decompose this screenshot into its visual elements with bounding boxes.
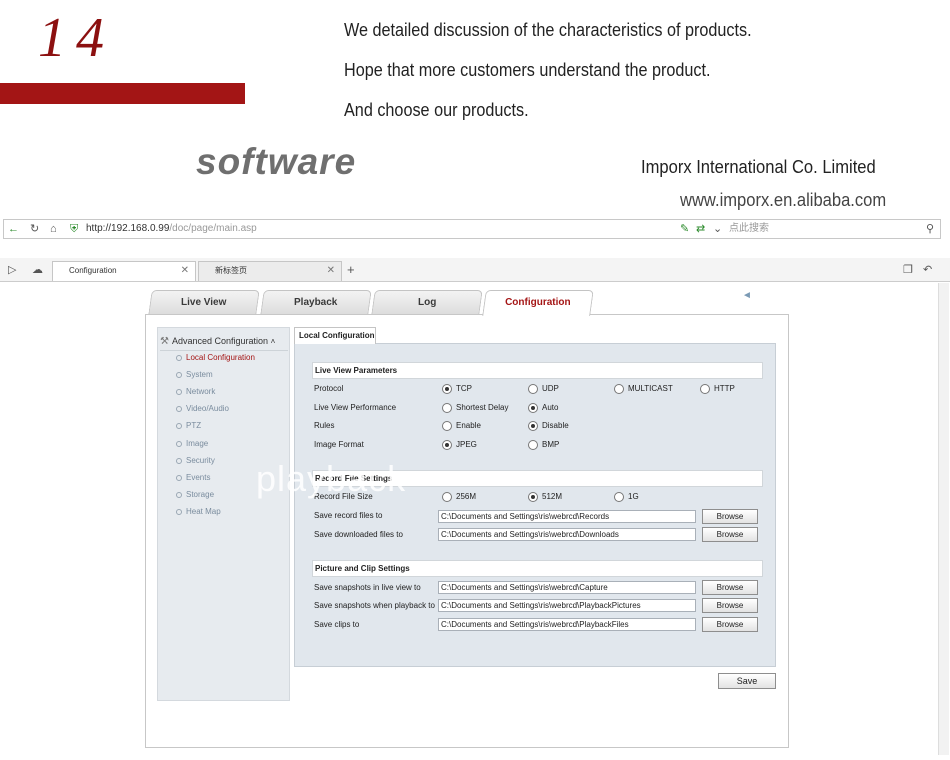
image-format-label: Image Format (314, 440, 364, 449)
format-bmp-radio[interactable]: BMP (528, 440, 559, 450)
browser-tab-new[interactable]: 新标签页 ✕ (198, 261, 342, 281)
snap-playback-label: Save snapshots when playback to (314, 601, 435, 610)
sidebar-item-events[interactable]: Events (175, 473, 210, 482)
playback-watermark: playback (256, 458, 407, 499)
save-clips-label: Save clips to (314, 620, 360, 629)
sidebar-header[interactable]: ⚒ Advanced Configuration ˄ (160, 331, 288, 351)
rules-label: Rules (314, 421, 335, 430)
save-button[interactable]: Save (718, 673, 776, 689)
sidebar-item-image[interactable]: Image (175, 439, 208, 448)
tab-label: Configuration (69, 266, 117, 275)
search-icon[interactable]: ⚲ (926, 220, 934, 238)
tagline-3: And choose our products. (344, 100, 529, 120)
close-icon[interactable]: ✕ (327, 262, 335, 280)
size-1g-radio[interactable]: 1G (614, 492, 639, 502)
performance-auto-radio[interactable]: Auto (528, 403, 558, 413)
shield-icon: ⛨ (70, 223, 79, 235)
protocol-udp-radio[interactable]: UDP (528, 384, 559, 394)
back-icon[interactable]: ← (8, 220, 19, 238)
rules-disable-radio[interactable]: Disable (528, 421, 569, 431)
browser-tab-bar: ▷ ☁ Configuration ✕ 新标签页 ✕ + ❐ ↶ (0, 258, 950, 282)
clips-path-input[interactable]: C:\Documents and Settings\ris\webrcd\Pla… (438, 618, 696, 631)
tab-label: Log (417, 297, 437, 308)
close-icon[interactable]: ✕ (181, 262, 189, 280)
protocol-multicast-radio[interactable]: MULTICAST (614, 384, 673, 394)
tagline-1: We detailed discussion of the characteri… (344, 20, 752, 40)
tab-label: 新标签页 (215, 266, 247, 275)
new-tab-button[interactable]: + (347, 261, 355, 279)
config-sidebar: ⚒ Advanced Configuration ˄ Local Configur… (157, 327, 290, 701)
edit-icon[interactable]: ✎ (680, 220, 689, 238)
tab-label: Live View (181, 297, 227, 308)
chevron-up-icon: ˄ (270, 337, 276, 346)
address-bar: ← ↻ ⌂ ⛨ http://192.168.0.99/doc/page/mai… (3, 219, 941, 239)
tab-playback[interactable]: Playback (260, 290, 372, 315)
software-heading: software (196, 141, 357, 182)
red-accent-bar (0, 83, 245, 104)
protocol-tcp-radio[interactable]: TCP (442, 384, 472, 394)
url-field[interactable]: http://192.168.0.99/doc/page/main.asp (86, 220, 257, 238)
record-path-input[interactable]: C:\Documents and Settings\ris\webrcd\Rec… (438, 510, 696, 523)
home-icon[interactable]: ⌂ (50, 220, 57, 238)
performance-label: Live View Performance (314, 403, 397, 412)
protocol-label: Protocol (314, 384, 344, 393)
company-name: Imporx International Co. Limited (641, 157, 876, 177)
page-number: 14 (38, 7, 114, 69)
cloud-icon[interactable]: ☁ (32, 261, 43, 279)
format-jpeg-radio[interactable]: JPEG (442, 440, 477, 450)
tab-local-configuration[interactable]: Local Configuration (294, 327, 376, 344)
sidebar-toggle-icon[interactable]: ▷ (8, 261, 16, 279)
snap-live-label: Save snapshots in live view to (314, 583, 421, 592)
logo-icon: ◄ (742, 290, 752, 301)
rules-enable-radio[interactable]: Enable (442, 421, 481, 431)
sidebar-item-security[interactable]: Security (176, 456, 215, 465)
tab-configuration[interactable]: Configuration (482, 290, 594, 316)
sidebar-item-system[interactable]: System (176, 370, 213, 379)
size-512m-radio[interactable]: 512M (528, 492, 562, 502)
tab-log[interactable]: Log (371, 290, 483, 315)
tab-label: Configuration (505, 297, 571, 308)
wrench-icon: ⚒ (160, 336, 169, 347)
protocol-http-radio[interactable]: HTTP (700, 384, 735, 394)
sidebar-item-video-audio[interactable]: Video/Audio (176, 404, 229, 413)
share-icon[interactable]: ⇄ (696, 220, 705, 238)
scrollbar[interactable] (938, 283, 949, 755)
company-website: www.imporx.en.alibaba.com (680, 190, 887, 210)
search-input[interactable]: 点此搜索 (729, 220, 769, 238)
browse-snap-live-button[interactable]: Browse (702, 580, 758, 595)
snap-live-path-input[interactable]: C:\Documents and Settings\ris\webrcd\Cap… (438, 581, 696, 594)
section-picture-clip: Picture and Clip Settings (312, 560, 763, 577)
sidebar-item-storage[interactable]: Storage (175, 490, 214, 499)
save-download-label: Save downloaded files to (314, 530, 403, 539)
section-live-view: Live View Parameters (312, 362, 763, 379)
sidebar-item-local-configuration[interactable]: Local Configuration (176, 353, 255, 362)
browse-record-button[interactable]: Browse (702, 509, 758, 524)
undo-icon[interactable]: ↶ (923, 261, 932, 279)
snap-playback-path-input[interactable]: C:\Documents and Settings\ris\webrcd\Pla… (438, 599, 696, 612)
browse-clips-button[interactable]: Browse (702, 617, 758, 632)
performance-shortest-delay-radio[interactable]: Shortest Delay (442, 403, 508, 413)
size-256m-radio[interactable]: 256M (442, 492, 476, 502)
url-host: http://192.168.0.99 (86, 223, 170, 234)
sidebar-item-heat-map[interactable]: Heat Map (176, 507, 221, 516)
tagline-2: Hope that more customers understand the … (344, 60, 711, 80)
save-record-label: Save record files to (314, 511, 383, 520)
sidebar-header-label: Advanced Configuration (171, 336, 269, 346)
download-path-input[interactable]: C:\Documents and Settings\ris\webrcd\Dow… (438, 528, 696, 541)
chevron-down-icon[interactable]: ⌄ (713, 220, 722, 238)
browse-snap-playback-button[interactable]: Browse (702, 598, 758, 613)
sidebar-item-ptz[interactable]: PTZ (175, 421, 201, 430)
url-path: /doc/page/main.asp (169, 223, 257, 234)
restore-icon[interactable]: ❐ (903, 261, 913, 279)
tab-label: Playback (294, 297, 338, 308)
sidebar-item-network[interactable]: Network (175, 387, 215, 396)
browse-download-button[interactable]: Browse (702, 527, 758, 542)
browser-tab-configuration[interactable]: Configuration ✕ (52, 261, 196, 281)
tab-live-view[interactable]: Live View (148, 290, 260, 315)
refresh-icon[interactable]: ↻ (30, 220, 39, 238)
